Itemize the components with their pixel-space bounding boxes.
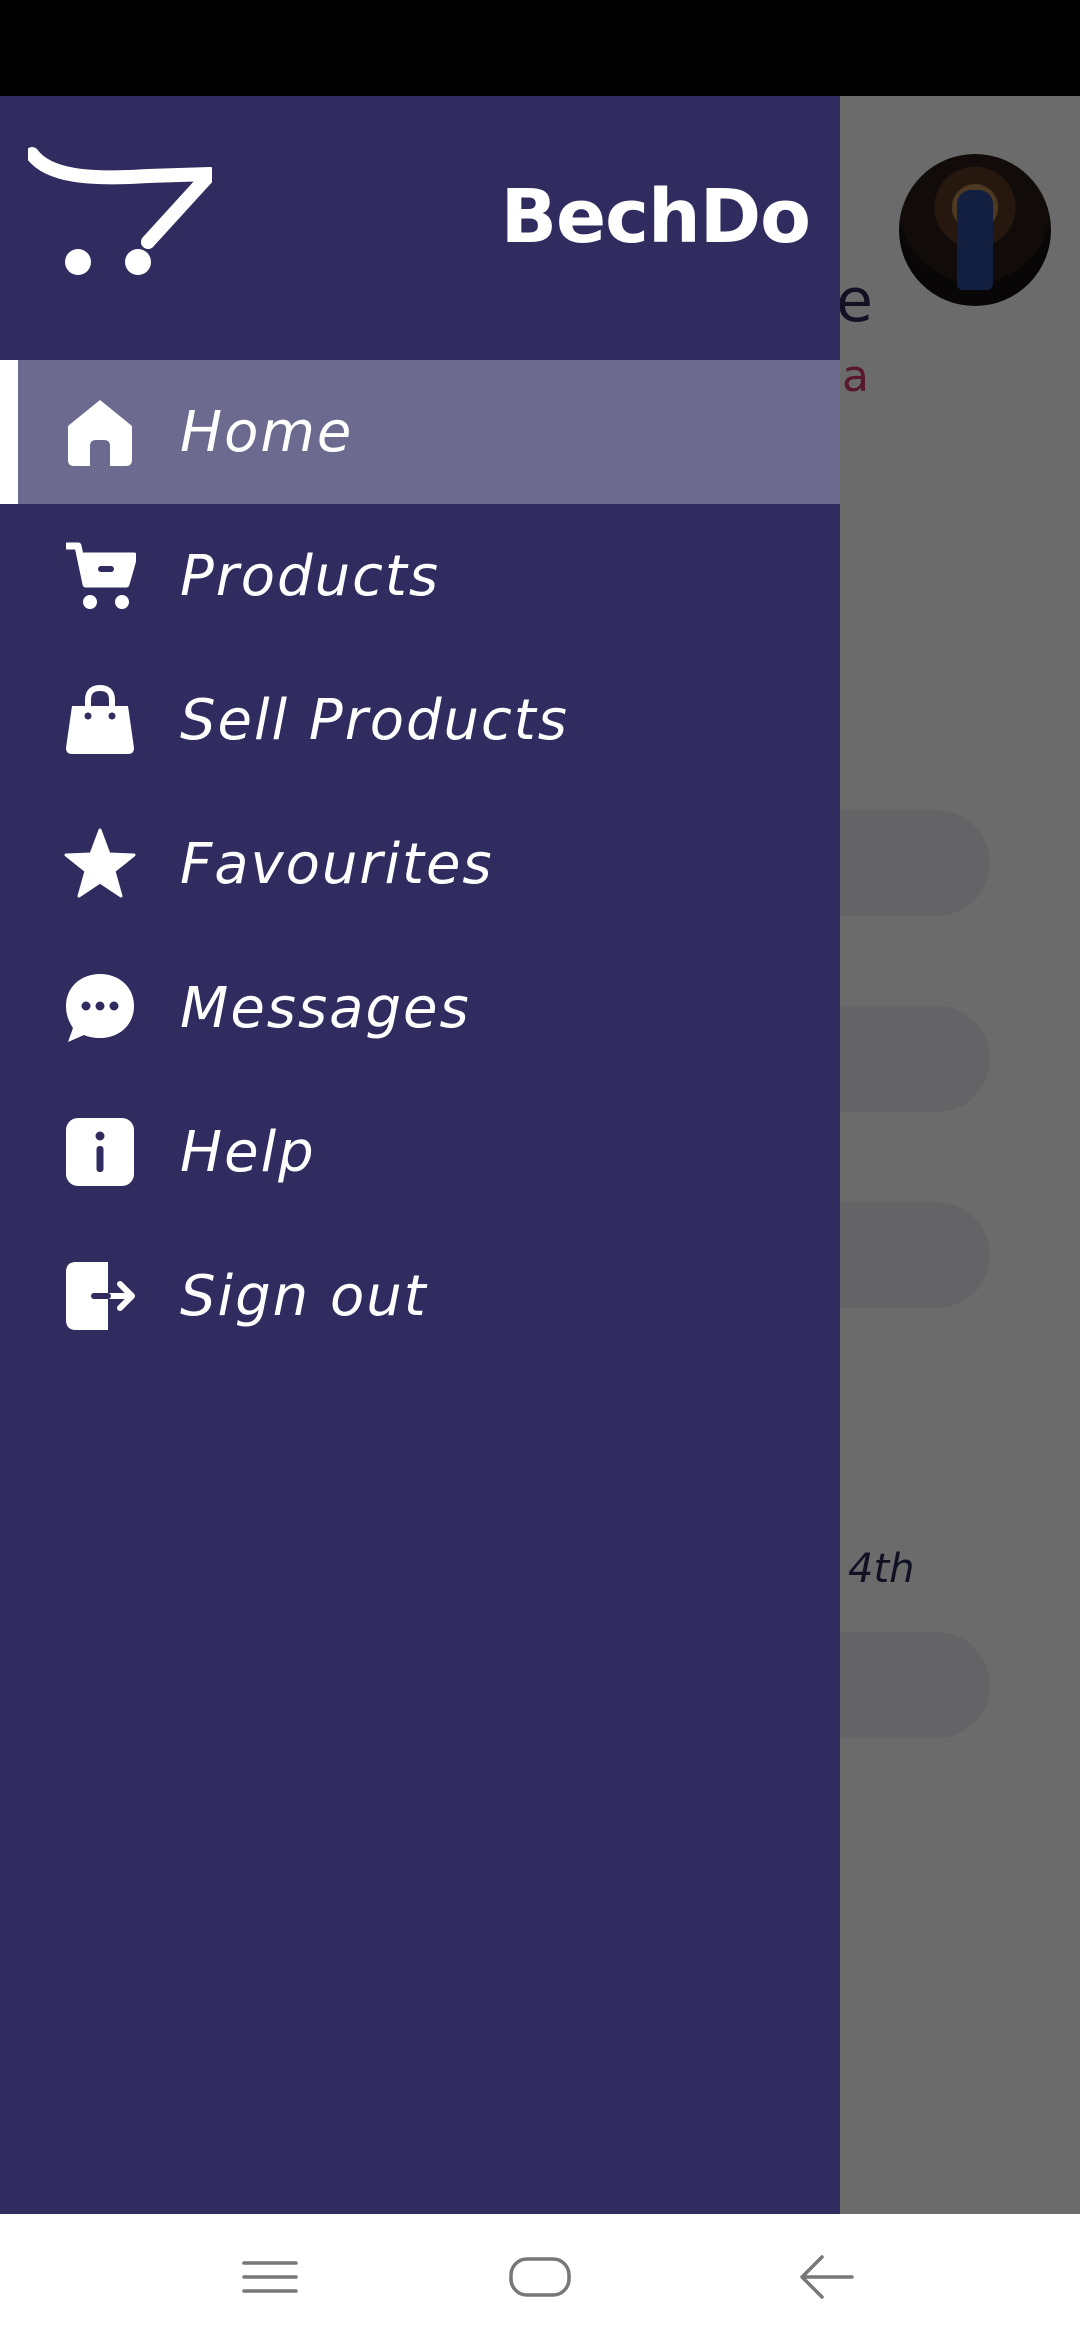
menu-item-products[interactable]: Products <box>0 504 840 648</box>
menu-icon[interactable] <box>240 2247 300 2307</box>
chat-bubble-icon <box>66 974 134 1042</box>
info-icon <box>66 1118 134 1186</box>
menu-item-sign-out[interactable]: Sign out <box>0 1224 840 1368</box>
status-bar <box>0 0 1080 96</box>
menu-item-sell-products[interactable]: Sell Products <box>0 648 840 792</box>
star-icon <box>64 828 136 898</box>
drawer-menu: Home Products Sell Products Favourites M… <box>0 360 840 1368</box>
back-arrow-icon[interactable] <box>796 2247 856 2307</box>
drawer-header: BechDo <box>0 96 840 360</box>
brand-name: BechDo <box>500 174 811 260</box>
home-icon <box>68 400 132 466</box>
menu-item-label: Sell Products <box>180 687 569 753</box>
menu-item-label: Home <box>180 399 354 465</box>
menu-item-label: Favourites <box>180 831 494 897</box>
shopping-bag-icon <box>66 684 134 754</box>
menu-item-favourites[interactable]: Favourites <box>0 792 840 936</box>
menu-item-label: Messages <box>180 975 471 1041</box>
navigation-drawer: BechDo Home Products Sell Products Favou… <box>0 96 840 2214</box>
cart-icon <box>66 542 136 609</box>
menu-item-messages[interactable]: Messages <box>0 936 840 1080</box>
menu-item-help[interactable]: Help <box>0 1080 840 1224</box>
home-outline-icon[interactable] <box>508 2247 572 2307</box>
menu-item-label: Products <box>180 543 441 609</box>
sign-out-icon <box>66 1262 135 1330</box>
menu-item-home[interactable]: Home <box>0 360 840 504</box>
menu-item-label: Help <box>180 1119 316 1185</box>
menu-item-label: Sign out <box>180 1263 428 1329</box>
cart-logo-icon <box>28 147 212 275</box>
system-navigation-bar <box>0 2214 1080 2340</box>
